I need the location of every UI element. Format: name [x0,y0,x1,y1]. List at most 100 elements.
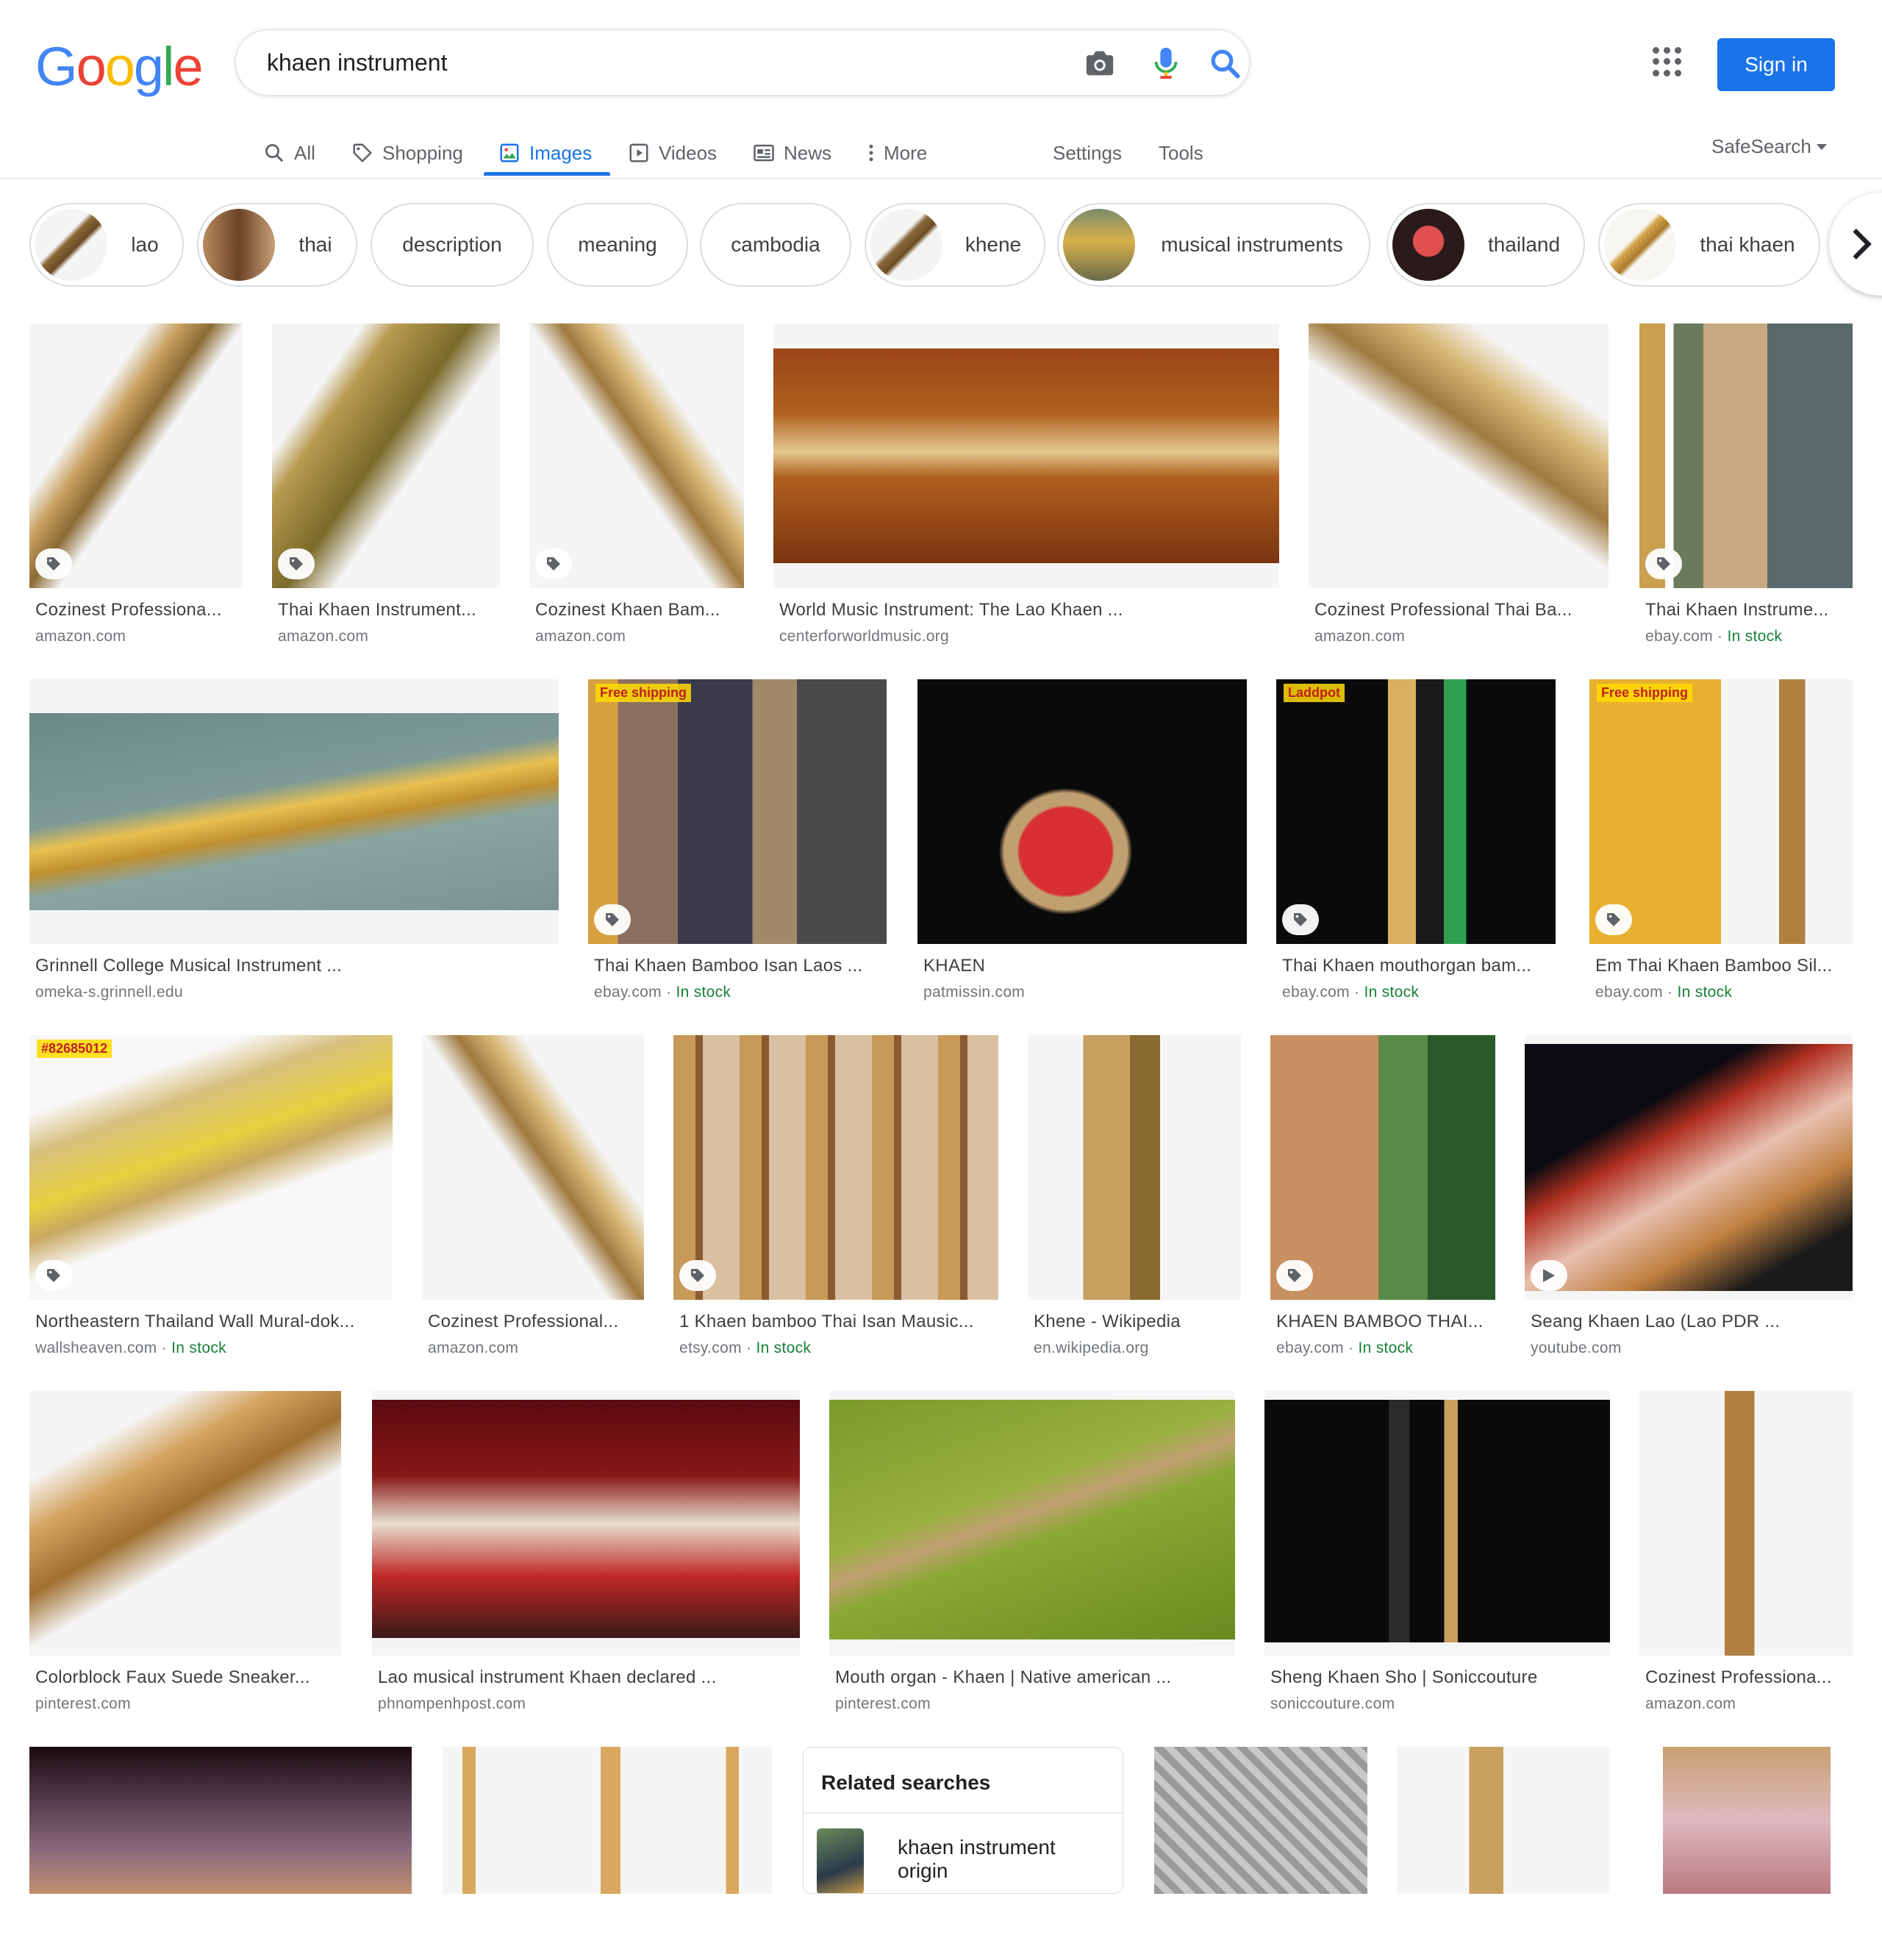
image-result[interactable]: Cozinest Khaen Bam... amazon.com [529,323,744,654]
chips-next-button[interactable] [1829,193,1882,296]
tab-news[interactable]: News [753,131,831,175]
chip-khene[interactable]: khene [865,203,1045,287]
image-result[interactable]: #82685012 Northeastern Thailand Wall Mura… [29,1035,393,1366]
result-title[interactable]: Thai Khaen Bamboo Isan Laos ... [594,956,884,976]
result-title[interactable]: Cozinest Khaen Bam... [535,600,741,620]
image-result[interactable]: Seang Khaen Lao (Lao PDR ... youtube.com [1525,1035,1853,1366]
result-title[interactable]: Seang Khaen Lao (Lao PDR ... [1531,1312,1850,1332]
result-thumbnail[interactable] [1525,1035,1853,1300]
chip-cambodia[interactable]: cambodia [700,203,851,287]
result-thumbnail[interactable]: #82685012 [29,1035,393,1300]
image-result[interactable] [1397,1747,1610,1960]
image-result[interactable]: Thai Khaen Instrume... ebay.com · In stoc… [1639,323,1853,654]
image-result[interactable]: Mouth organ - Khaen | Native american ..… [829,1391,1235,1722]
settings-link[interactable]: Settings [1053,131,1122,175]
result-thumbnail[interactable] [29,679,559,944]
image-result[interactable] [1663,1747,1831,1960]
image-result[interactable] [29,1747,412,1960]
image-result[interactable]: Khene - Wikipedia en.wikipedia.org [1028,1035,1241,1366]
result-title[interactable]: Lao musical instrument Khaen declared ..… [378,1667,797,1688]
result-title[interactable]: Cozinest Professiona... [1645,1667,1850,1688]
safesearch-dropdown[interactable]: SafeSearch [1711,135,1828,158]
chip-meaning[interactable]: meaning [547,203,688,287]
chip-musical-instruments[interactable]: musical instruments [1057,203,1370,287]
result-thumbnail[interactable] [422,1035,644,1300]
image-result[interactable]: Free shipping Thai Khaen Bamboo Isan Laos… [588,679,887,1010]
tab-images[interactable]: Images [498,131,592,175]
result-thumbnail[interactable] [529,323,744,588]
chip-lao[interactable]: lao [29,203,184,287]
result-thumbnail[interactable] [1309,323,1609,588]
result-thumbnail[interactable] [443,1747,772,1894]
image-result[interactable]: Colorblock Faux Suede Sneaker... pinteres… [29,1391,341,1722]
sign-in-button[interactable]: Sign in [1717,38,1835,91]
result-thumbnail[interactable] [773,323,1279,588]
image-result[interactable]: Thai Khaen Instrument... amazon.com [272,323,500,654]
result-title[interactable]: Thai Khaen mouthorgan bam... [1282,956,1553,976]
result-thumbnail[interactable]: Free shipping [1589,679,1853,944]
result-thumbnail[interactable]: Laddpot [1276,679,1556,944]
image-result[interactable]: Free shipping Em Thai Khaen Bamboo Sil...… [1589,679,1853,1010]
image-result[interactable] [443,1747,772,1960]
result-thumbnail[interactable]: Free shipping [588,679,887,944]
result-thumbnail[interactable] [829,1391,1235,1656]
related-search-thumbnail[interactable] [817,1828,864,1893]
result-title[interactable]: Khene - Wikipedia [1034,1312,1238,1332]
search-box[interactable] [235,29,1250,96]
result-title[interactable]: Colorblock Faux Suede Sneaker... [35,1667,338,1688]
result-thumbnail[interactable] [29,1747,412,1894]
image-result[interactable]: KHAEN patmissin.com [917,679,1247,1010]
result-title[interactable]: Thai Khaen Instrument... [278,600,497,620]
result-title[interactable]: Mouth organ - Khaen | Native american ..… [835,1667,1232,1688]
related-search-item[interactable]: khaen instrument origin [898,1836,1089,1883]
tab-all[interactable]: All [263,131,315,175]
image-result[interactable]: 1 Khaen bamboo Thai Isan Mausic... etsy.c… [673,1035,998,1366]
microphone-icon[interactable] [1148,45,1184,82]
image-result[interactable]: World Music Instrument: The Lao Khaen ..… [773,323,1279,654]
result-title[interactable]: Cozinest Professiona... [35,600,240,620]
result-thumbnail[interactable] [1270,1035,1495,1300]
result-title[interactable]: 1 Khaen bamboo Thai Isan Mausic... [679,1312,995,1332]
result-thumbnail[interactable] [1028,1035,1241,1300]
result-thumbnail[interactable] [1397,1747,1610,1894]
result-thumbnail[interactable] [673,1035,998,1300]
chip-description[interactable]: description [371,203,534,287]
result-thumbnail[interactable] [272,323,500,588]
result-thumbnail[interactable] [917,679,1247,944]
image-result[interactable]: Laddpot Thai Khaen mouthorgan bam... ebay.… [1276,679,1556,1010]
result-thumbnail[interactable] [372,1391,800,1656]
result-title[interactable]: Cozinest Professional Thai Ba... [1314,600,1606,620]
result-thumbnail[interactable] [29,1391,341,1656]
result-thumbnail[interactable] [1154,1747,1367,1894]
camera-icon[interactable] [1081,45,1118,82]
image-result[interactable]: Cozinest Professiona... amazon.com [1639,1391,1853,1722]
result-title[interactable]: Cozinest Professional... [428,1312,641,1332]
image-result[interactable]: Cozinest Professiona... amazon.com [29,323,243,654]
chip-thai-khaen[interactable]: thai khaen [1598,203,1820,287]
image-result[interactable]: Grinnell College Musical Instrument ... o… [29,679,559,1010]
result-title[interactable]: Sheng Khaen Sho | Soniccouture [1270,1667,1607,1688]
result-title[interactable]: Em Thai Khaen Bamboo Sil... [1595,956,1850,976]
chip-thailand[interactable]: thailand [1387,203,1585,287]
search-input[interactable] [265,43,1003,82]
result-thumbnail[interactable] [29,323,243,588]
image-result[interactable]: KHAEN BAMBOO THAI... ebay.com · In stock [1270,1035,1495,1366]
image-result[interactable]: Cozinest Professional... amazon.com [422,1035,644,1366]
tab-shopping[interactable]: Shopping [351,131,463,175]
google-logo[interactable]: Google [35,35,204,98]
tab-more[interactable]: More [867,131,927,175]
image-result[interactable]: Lao musical instrument Khaen declared ..… [372,1391,800,1722]
tab-videos[interactable]: Videos [628,131,717,175]
image-result[interactable]: Sheng Khaen Sho | Soniccouture soniccoutu… [1264,1391,1610,1722]
result-title[interactable]: Grinnell College Musical Instrument ... [35,956,556,976]
image-result[interactable] [1154,1747,1367,1960]
result-thumbnail[interactable] [1264,1391,1610,1656]
result-title[interactable]: World Music Instrument: The Lao Khaen ..… [779,600,1276,620]
chip-thai[interactable]: thai [197,203,357,287]
result-title[interactable]: Northeastern Thailand Wall Mural-dok... [35,1312,390,1332]
result-title[interactable]: Thai Khaen Instrume... [1645,600,1850,620]
result-title[interactable]: KHAEN [923,956,1244,976]
result-thumbnail[interactable] [1639,323,1853,588]
search-submit-icon[interactable] [1206,45,1243,82]
apps-grid-icon[interactable] [1653,47,1682,76]
